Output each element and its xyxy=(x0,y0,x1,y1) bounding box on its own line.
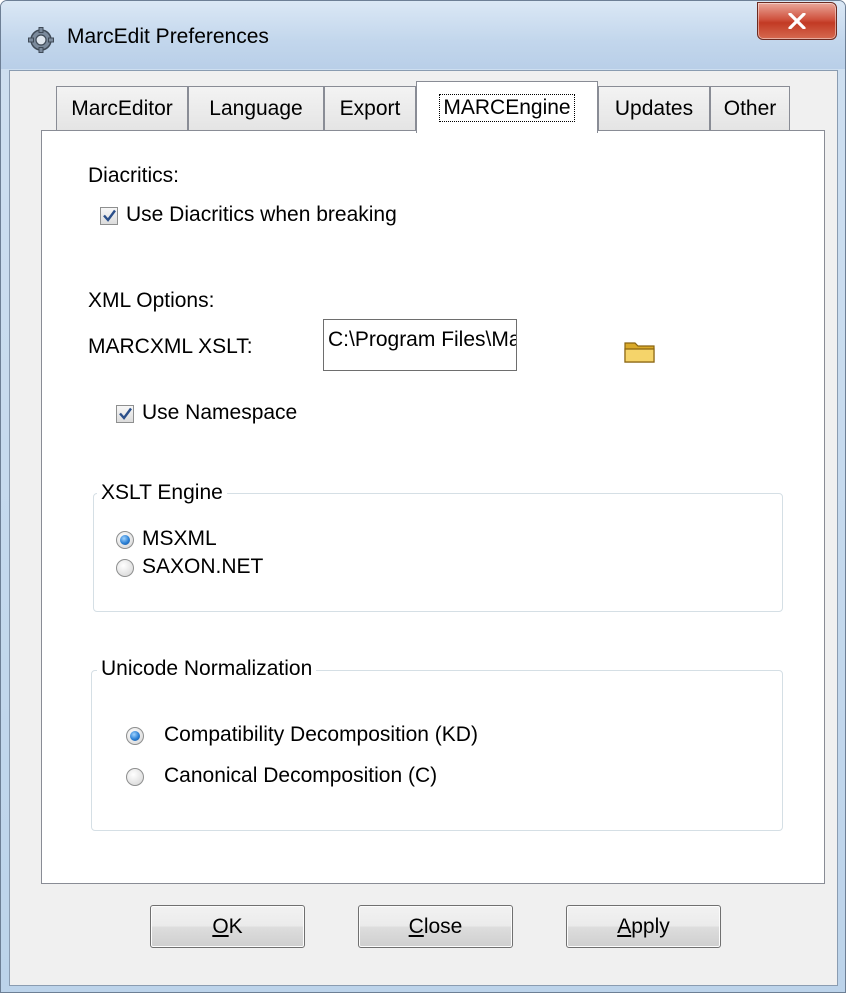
close-icon xyxy=(788,13,806,29)
diacritics-heading: Diacritics: xyxy=(88,164,180,187)
tab-label: Export xyxy=(339,97,401,120)
apply-button-label: Apply xyxy=(617,914,670,938)
tab-label: Updates xyxy=(614,97,694,120)
close-button-label: Close xyxy=(408,914,463,938)
msxml-radio[interactable] xyxy=(116,531,134,549)
use-diacritics-checkbox[interactable] xyxy=(100,207,118,225)
canonical-decomposition-radio[interactable] xyxy=(126,768,144,786)
use-namespace-label: Use Namespace xyxy=(142,401,298,424)
msxml-label: MSXML xyxy=(142,527,217,550)
window-title: MarcEdit Preferences xyxy=(67,25,269,48)
unicode-normalization-group xyxy=(91,670,783,831)
gear-icon xyxy=(28,27,54,53)
tab-marceditor[interactable]: MarcEditor xyxy=(56,86,188,131)
tab-label: MarcEditor xyxy=(71,97,173,120)
xslt-engine-title: XSLT Engine xyxy=(97,481,227,505)
saxon-net-label: SAXON.NET xyxy=(142,555,264,578)
unicode-normalization-title: Unicode Normalization xyxy=(97,657,317,681)
compatibility-decomposition-label: Compatibility Decomposition (KD) xyxy=(164,723,478,746)
title-bar[interactable]: MarcEdit Preferences xyxy=(1,1,845,69)
ok-button-label: OK xyxy=(212,914,243,938)
marcxml-xslt-input[interactable]: C:\Program Files\MarcEdit 5.0\xslt\MARC2… xyxy=(323,319,517,371)
xml-options-heading: XML Options: xyxy=(88,289,215,312)
canonical-decomposition-label: Canonical Decomposition (C) xyxy=(164,764,438,787)
window-close-button[interactable] xyxy=(757,2,837,40)
ok-button[interactable]: OK xyxy=(150,905,305,948)
preferences-window: MarcEdit Preferences MarcEditor Language… xyxy=(0,0,846,993)
apply-button[interactable]: Apply xyxy=(566,905,721,948)
tab-label: MARCEngine xyxy=(439,93,575,122)
xslt-engine-group xyxy=(93,493,783,612)
dialog-client-area: MarcEditor Language Export MARCEngine Up… xyxy=(9,70,838,986)
marcxml-xslt-label: MARCXML XSLT: xyxy=(88,335,253,358)
use-diacritics-label: Use Diacritics when breaking xyxy=(126,203,397,226)
tab-marcengine[interactable]: MARCEngine xyxy=(416,81,598,133)
tab-export[interactable]: Export xyxy=(324,86,416,131)
tab-other[interactable]: Other xyxy=(710,86,790,131)
checkmark-icon xyxy=(119,407,132,420)
marcengine-tab-panel: Diacritics: Use Diacritics when breaking… xyxy=(41,130,825,884)
tab-label: Language xyxy=(209,97,303,120)
checkmark-icon xyxy=(103,209,116,222)
tab-label: Other xyxy=(723,97,777,120)
tab-language[interactable]: Language xyxy=(188,86,324,131)
use-namespace-checkbox[interactable] xyxy=(116,405,134,423)
close-button[interactable]: Close xyxy=(358,905,513,948)
folder-icon[interactable] xyxy=(624,339,656,363)
saxon-net-radio[interactable] xyxy=(116,559,134,577)
compatibility-decomposition-radio[interactable] xyxy=(126,727,144,745)
tab-updates[interactable]: Updates xyxy=(598,86,710,131)
